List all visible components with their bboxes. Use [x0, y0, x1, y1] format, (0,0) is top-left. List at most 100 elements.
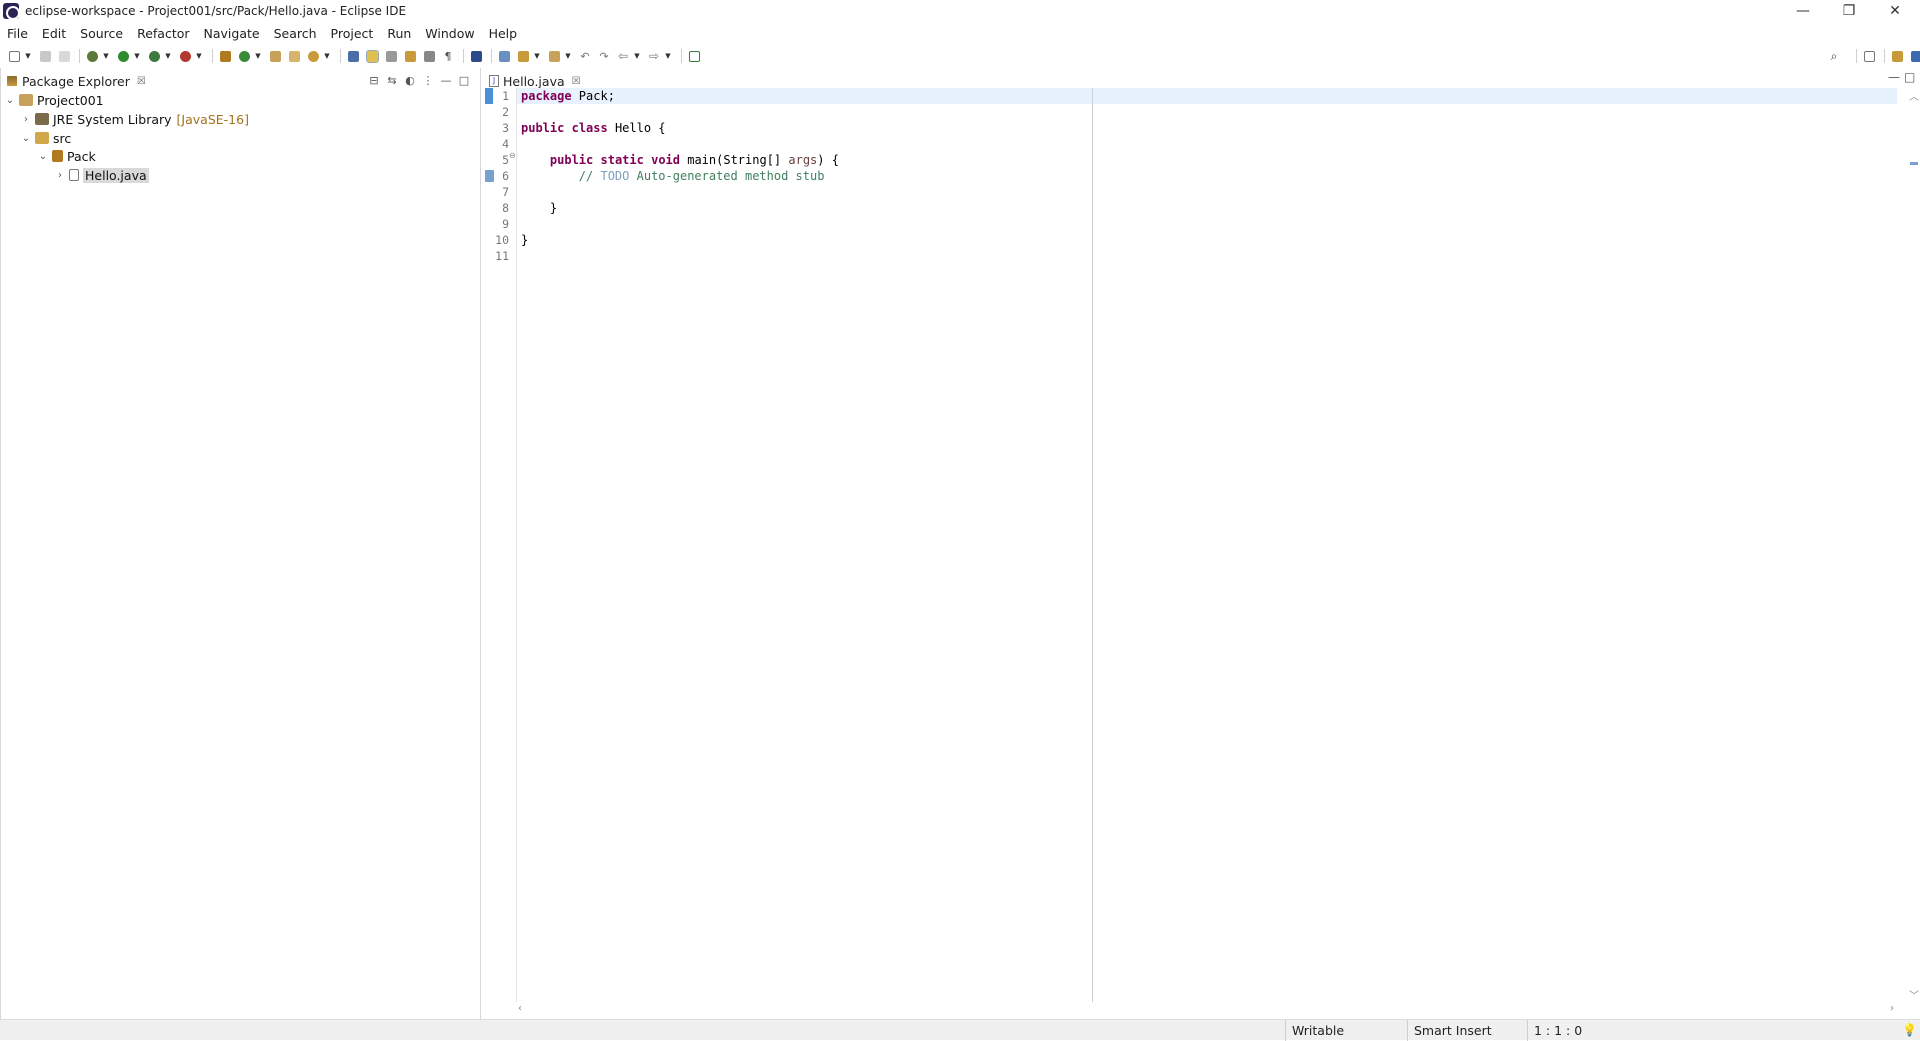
open-perspective-icon[interactable] [1861, 49, 1877, 63]
back-dropdown-icon[interactable]: ▼ [634, 49, 640, 63]
block-selection-icon[interactable] [402, 49, 418, 63]
code-line-10: } [521, 232, 528, 248]
tree-item-package[interactable]: ⌄ Pack [38, 147, 96, 165]
link-with-editor-icon[interactable]: ⇆ [385, 74, 399, 88]
next-annotation-dropdown-icon[interactable]: ▼ [534, 49, 540, 63]
new-class-dropdown-icon[interactable]: ▼ [255, 49, 261, 63]
editor-tab-label: Hello.java [503, 73, 565, 89]
close-icon[interactable]: ☒ [572, 76, 581, 87]
save-all-icon[interactable] [56, 49, 72, 63]
save-icon[interactable] [37, 49, 53, 63]
comment: Auto-generated method stub [629, 169, 825, 183]
scroll-left-icon[interactable]: ‹ [518, 1003, 522, 1014]
view-menu-icon[interactable]: ⋮ [421, 74, 435, 88]
pin-editor-icon[interactable] [686, 49, 702, 63]
next-annotation-icon[interactable] [515, 49, 531, 63]
focus-active-task-icon[interactable]: ◐ [403, 74, 417, 88]
tree-item-jre-library[interactable]: › JRE System Library [JavaSE-16] [21, 110, 249, 128]
code-line-6: // TODO Auto-generated method stub [521, 168, 825, 184]
debug-dropdown-icon[interactable]: ▼ [103, 49, 109, 63]
scroll-up-icon[interactable]: ︿ [1909, 88, 1919, 103]
keyword: class [571, 121, 608, 135]
previous-annotation-dropdown-icon[interactable]: ▼ [565, 49, 571, 63]
open-type-icon[interactable] [267, 49, 283, 63]
minimize-view-icon[interactable]: — [439, 74, 453, 88]
minimize-button[interactable]: — [1780, 0, 1826, 22]
scroll-down-icon[interactable]: ﹀ [1909, 987, 1919, 1002]
close-icon[interactable]: ☒ [137, 76, 146, 87]
paragraph-icon[interactable]: ¶ [440, 49, 456, 63]
menu-navigate[interactable]: Navigate [197, 24, 267, 44]
menu-edit[interactable]: Edit [35, 24, 73, 44]
last-edit-forward-icon[interactable]: ↷ [596, 49, 612, 63]
show-whitespace-icon[interactable] [421, 49, 437, 63]
java-ee-perspective-icon[interactable] [1889, 49, 1905, 63]
new-dropdown-icon[interactable]: ▼ [25, 49, 31, 63]
lightbulb-icon[interactable]: 💡 [1902, 1023, 1917, 1037]
new-java-class-icon[interactable] [236, 49, 252, 63]
forward-icon[interactable]: ⇨ [646, 49, 662, 63]
search-dropdown-icon[interactable]: ▼ [324, 49, 330, 63]
terminal-icon[interactable] [468, 49, 484, 63]
fold-marker-icon[interactable]: ⊖ [509, 151, 516, 160]
tree-item-src[interactable]: ⌄ src [21, 129, 71, 147]
new-java-package-icon[interactable] [217, 49, 233, 63]
toggle-breadcrumb-icon[interactable] [345, 49, 361, 63]
previous-annotation-icon[interactable] [546, 49, 562, 63]
menu-run[interactable]: Run [380, 24, 418, 44]
line-number: 4 [502, 137, 509, 151]
package-explorer-icon [7, 76, 17, 86]
run-dropdown-icon[interactable]: ▼ [134, 49, 140, 63]
maximize-view-icon[interactable]: □ [457, 74, 471, 88]
menu-window[interactable]: Window [418, 24, 481, 44]
tree-item-project[interactable]: ⌄ Project001 [5, 91, 104, 109]
java-file-icon [69, 169, 79, 181]
debug-icon[interactable] [84, 49, 100, 63]
coverage-dropdown-icon[interactable]: ▼ [165, 49, 171, 63]
package-explorer-tab[interactable]: Package Explorer ☒ [7, 72, 146, 90]
menu-search[interactable]: Search [267, 24, 324, 44]
restore-button[interactable]: ❐ [1826, 0, 1872, 22]
open-task-icon[interactable] [286, 49, 302, 63]
back-icon[interactable]: ⇦ [615, 49, 631, 63]
new-icon[interactable] [6, 49, 22, 63]
code-editor[interactable]: package Pack; public class Hello { publi… [516, 88, 1897, 1002]
code-text: } [549, 201, 558, 215]
menu-file[interactable]: File [0, 24, 35, 44]
print-margin [1092, 88, 1093, 1002]
external-tools-icon[interactable] [177, 49, 193, 63]
search-tool-icon[interactable] [305, 49, 321, 63]
run-icon[interactable] [115, 49, 131, 63]
close-button[interactable]: ✕ [1872, 0, 1918, 22]
overview-ruler-marker[interactable] [1910, 162, 1918, 165]
last-edit-location-icon[interactable]: ↶ [577, 49, 593, 63]
chevron-right-icon[interactable]: › [55, 170, 65, 181]
menu-refactor[interactable]: Refactor [130, 24, 196, 44]
coverage-icon[interactable] [146, 49, 162, 63]
forward-dropdown-icon[interactable]: ▼ [665, 49, 671, 63]
external-tools-dropdown-icon[interactable]: ▼ [196, 49, 202, 63]
tree-item-hello-java[interactable]: › Hello.java [55, 166, 149, 184]
minimize-editor-icon[interactable]: — [1888, 70, 1900, 84]
horizontal-scrollbar[interactable]: ‹ › [516, 1003, 1896, 1017]
keyword: public [521, 121, 565, 135]
word-wrap-icon[interactable] [383, 49, 399, 63]
collapse-all-icon[interactable]: ⊟ [367, 74, 381, 88]
keyword: static [600, 153, 644, 167]
scroll-right-icon[interactable]: › [1890, 1003, 1894, 1014]
chevron-down-icon[interactable]: ⌄ [38, 151, 48, 162]
vertical-scrollbar[interactable]: ︿ ﹀ [1906, 88, 1920, 1002]
search-icon[interactable]: ⌕ [1826, 49, 1842, 63]
menu-project[interactable]: Project [324, 24, 381, 44]
menu-source[interactable]: Source [73, 24, 130, 44]
menu-help[interactable]: Help [482, 24, 525, 44]
chevron-right-icon[interactable]: › [21, 114, 31, 125]
java-perspective-icon[interactable] [1908, 49, 1920, 63]
maximize-editor-icon[interactable]: □ [1904, 70, 1915, 84]
chevron-down-icon[interactable]: ⌄ [21, 133, 31, 144]
chevron-down-icon[interactable]: ⌄ [5, 95, 15, 106]
skip-breakpoints-icon[interactable] [496, 49, 512, 63]
tree-item-label: Project001 [37, 92, 104, 108]
toggle-mark-occurrences-icon[interactable] [364, 49, 380, 63]
editor-gutter[interactable]: 1 2 3 4 5 ⊖ 6 7 8 9 10 11 [485, 88, 516, 1002]
